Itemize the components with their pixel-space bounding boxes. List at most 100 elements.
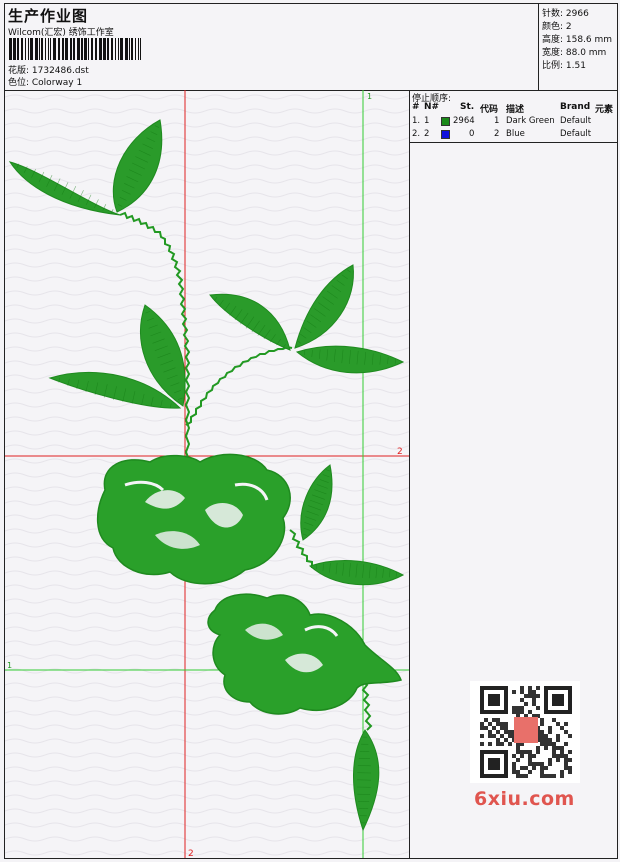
stat-height: 高度: 158.6 mm	[542, 32, 612, 45]
qr-code	[470, 681, 580, 783]
barcode-bar	[9, 38, 12, 60]
qr-module	[552, 774, 556, 778]
barcode-bar	[95, 38, 97, 60]
qr-module	[512, 762, 516, 766]
barcode-bar	[13, 38, 16, 60]
barcode-bar	[84, 38, 87, 60]
watermark-text: 6xiu.com	[474, 788, 575, 810]
qr-module	[520, 754, 524, 758]
barcode-bar	[135, 38, 136, 60]
qr-module	[512, 710, 516, 714]
qr-module	[528, 686, 532, 690]
qr-module	[536, 762, 540, 766]
barcode-bar	[140, 38, 141, 60]
qr-module	[532, 698, 536, 702]
row-stitches: 2964	[453, 116, 475, 126]
table-row[interactable]: 1. 1 2964 1 Dark Green Default	[410, 116, 617, 128]
qr-module	[564, 722, 568, 726]
worksheet-header: 生产作业图 Wilcom(汇宏) 绣饰工作室 花版: 1732486.dst 色…	[5, 4, 617, 91]
qr-module	[516, 758, 520, 762]
qr-module	[504, 722, 508, 726]
qr-module	[568, 770, 572, 774]
qr-module	[524, 774, 528, 778]
qr-module	[508, 734, 512, 738]
barcode-bar	[73, 38, 75, 60]
qr-module	[520, 698, 524, 702]
qr-module	[512, 754, 516, 758]
row-description: Dark Green	[506, 116, 555, 126]
barcode-bar	[25, 38, 26, 60]
qr-module	[496, 722, 500, 726]
qr-module	[492, 726, 496, 730]
barcode-bar	[30, 38, 33, 60]
qr-module	[528, 770, 532, 774]
qr-module	[556, 722, 560, 726]
qr-module	[508, 742, 512, 746]
qr-module	[548, 758, 552, 762]
row-code: 1	[494, 116, 499, 126]
qr-module	[560, 750, 564, 754]
qr-module	[540, 774, 544, 778]
qr-module	[556, 734, 560, 738]
qr-module	[504, 738, 508, 742]
qr-module	[520, 690, 524, 694]
table-row[interactable]: 2. 2 0 2 Blue Default	[410, 129, 617, 141]
rose-upper	[98, 454, 291, 583]
qr-module	[524, 694, 528, 698]
qr-module	[512, 766, 516, 770]
barcode-bar	[111, 38, 113, 60]
col-header-brand: Brand	[560, 102, 590, 112]
qr-module	[544, 734, 548, 738]
qr-module	[532, 694, 536, 698]
qr-module	[540, 770, 544, 774]
qr-module	[540, 766, 544, 770]
qr-module	[532, 766, 536, 770]
guide-label-h1: 1	[7, 661, 12, 670]
qr-module	[516, 746, 520, 750]
qr-module	[544, 766, 548, 770]
qr-module	[548, 742, 552, 746]
col-header-stitches: St.	[460, 102, 474, 112]
qr-finder	[552, 694, 564, 706]
qr-module	[544, 742, 548, 746]
qr-module	[548, 726, 552, 730]
barcode-bar	[77, 38, 80, 60]
qr-module	[528, 762, 532, 766]
row-stitches: 0	[469, 129, 474, 139]
qr-module	[532, 762, 536, 766]
qr-module	[500, 742, 504, 746]
row-number: 2	[424, 129, 429, 139]
qr-module	[544, 746, 548, 750]
qr-module	[540, 722, 544, 726]
qr-module	[540, 738, 544, 742]
qr-module	[524, 750, 528, 754]
qr-module	[516, 750, 520, 754]
qr-module	[564, 730, 568, 734]
design-canvas[interactable]: 1 2 1 2	[5, 90, 410, 858]
qr-module	[504, 726, 508, 730]
barcode-bar	[65, 38, 68, 60]
barcode-bar	[129, 38, 130, 60]
qr-module	[520, 686, 524, 690]
qr-module	[524, 702, 528, 706]
qr-module	[516, 706, 520, 710]
col-header-code: 代码	[480, 102, 498, 115]
barcode-bar	[70, 38, 72, 60]
barcode-bar	[91, 38, 93, 60]
barcode-bar	[125, 38, 128, 60]
stat-stitches: 针数: 2966	[542, 6, 589, 19]
barcode-bar	[39, 38, 40, 60]
barcode-bar	[88, 38, 89, 60]
qr-module	[520, 706, 524, 710]
qr-module	[532, 690, 536, 694]
qr-module	[548, 762, 552, 766]
qr-module	[528, 694, 532, 698]
qr-module	[512, 706, 516, 710]
barcode-bar	[21, 38, 23, 60]
qr-module	[536, 746, 540, 750]
qr-module	[540, 718, 544, 722]
qr-finder	[488, 758, 500, 770]
qr-module	[528, 690, 532, 694]
qr-module	[560, 746, 564, 750]
qr-module	[532, 702, 536, 706]
